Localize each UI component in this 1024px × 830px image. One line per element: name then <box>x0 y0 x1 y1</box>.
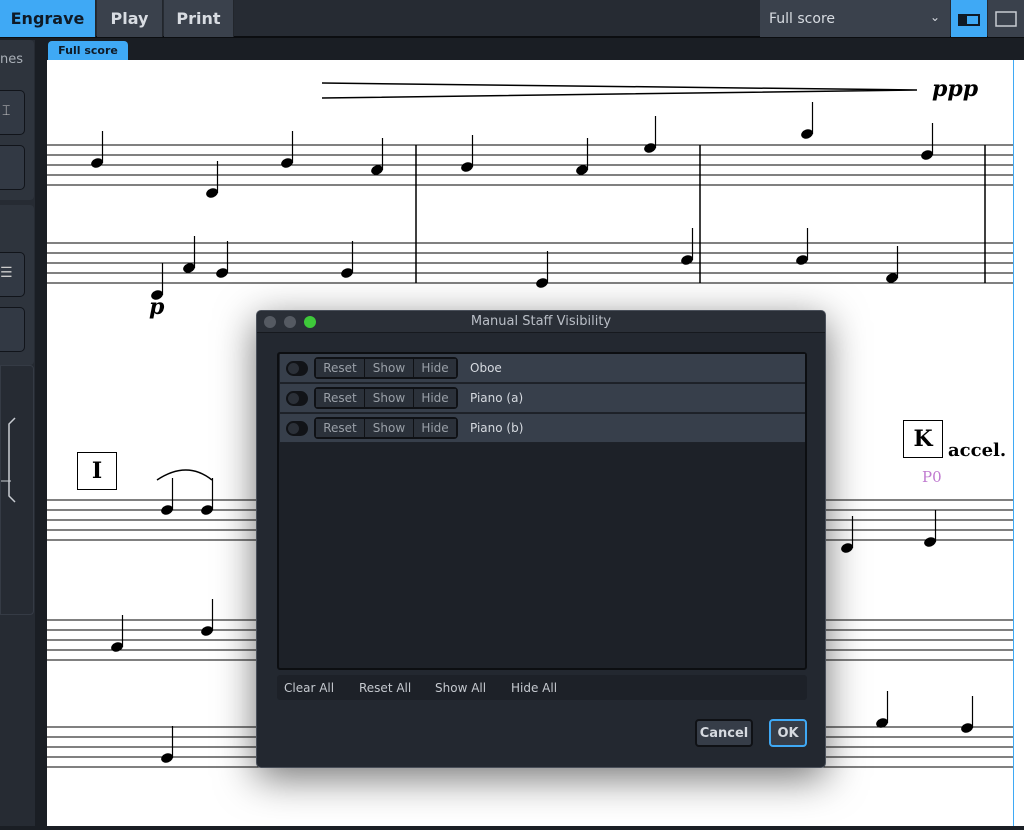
dynamic-p: p <box>149 294 165 320</box>
score-edge <box>1013 60 1024 826</box>
ok-button[interactable]: OK <box>769 719 807 747</box>
bracket-icon <box>1 417 16 503</box>
tempo-text: accel. <box>948 440 1007 461</box>
panel-tool-button[interactable] <box>0 307 25 352</box>
reset-button[interactable]: Reset <box>316 359 364 377</box>
close-window-button[interactable] <box>264 316 276 328</box>
page-view-button[interactable] <box>988 0 1024 37</box>
clear-all-button[interactable]: Clear All <box>284 681 334 695</box>
show-button[interactable]: Show <box>365 419 413 437</box>
minimize-window-button[interactable] <box>284 316 296 328</box>
staff-name: Piano (b) <box>470 421 524 435</box>
show-button[interactable]: Show <box>365 359 413 377</box>
reset-all-button[interactable]: Reset All <box>359 681 411 695</box>
staff-name: Oboe <box>470 361 502 375</box>
cancel-button[interactable]: Cancel <box>695 719 753 747</box>
tab-full-score[interactable]: Full score <box>48 41 128 60</box>
staff-toggle[interactable] <box>286 420 308 436</box>
reset-button[interactable]: Reset <box>316 389 364 407</box>
mode-print[interactable]: Print <box>164 0 234 37</box>
reset-button[interactable]: Reset <box>316 419 364 437</box>
panel-tool-button[interactable]: ⌶ <box>0 90 25 135</box>
galley-view-button[interactable] <box>951 0 987 37</box>
staff-row: Reset Show Hide Oboe <box>280 354 805 383</box>
staff-list: Reset Show Hide Oboe Reset Show Hide Pia… <box>277 352 807 670</box>
staff-row: Reset Show Hide Piano (b) <box>280 414 805 443</box>
show-button[interactable]: Show <box>365 389 413 407</box>
hide-button[interactable]: Hide <box>414 389 456 407</box>
layout-selector[interactable]: Full score ⌄ <box>760 0 950 37</box>
left-panel-section <box>0 365 34 615</box>
tool-icon: ☰ <box>0 265 13 281</box>
panel-heading: nes <box>0 52 24 67</box>
hide-button[interactable]: Hide <box>414 359 456 377</box>
zoom-window-button[interactable] <box>304 316 316 328</box>
visibility-segmented-control: Reset Show Hide <box>314 417 458 439</box>
tab-bar <box>46 40 1024 60</box>
top-toolbar: Engrave Play Print Full score ⌄ <box>0 0 1024 38</box>
manual-staff-visibility-dialog: Manual Staff Visibility Reset Show Hide … <box>256 310 826 768</box>
hide-button[interactable]: Hide <box>414 419 456 437</box>
slur <box>156 469 213 481</box>
chevron-down-icon: ⌄ <box>929 10 940 24</box>
mode-engrave[interactable]: Engrave <box>0 0 96 37</box>
tool-icon: ⌶ <box>2 103 11 119</box>
page-view-icon <box>995 10 1017 27</box>
dynamic-ppp: ppp <box>932 76 979 102</box>
left-panel: nes ⌶ ☰ <box>0 40 35 826</box>
show-all-button[interactable]: Show All <box>435 681 486 695</box>
visibility-segmented-control: Reset Show Hide <box>314 387 458 409</box>
galley-view-icon <box>958 13 980 26</box>
staff-toggle[interactable] <box>286 390 308 406</box>
layout-selector-value: Full score <box>769 10 836 27</box>
hide-all-button[interactable]: Hide All <box>511 681 557 695</box>
panel-tool-button[interactable] <box>0 145 25 190</box>
bulk-actions-bar: Clear All Reset All Show All Hide All <box>277 675 807 700</box>
rehearsal-mark-i: I <box>77 452 117 490</box>
staff-row: Reset Show Hide Piano (a) <box>280 384 805 413</box>
visibility-segmented-control: Reset Show Hide <box>314 357 458 379</box>
dialog-titlebar: Manual Staff Visibility <box>257 311 825 333</box>
page-label: P0 <box>922 468 942 486</box>
rehearsal-mark-k: K <box>903 420 943 458</box>
dialog-title: Manual Staff Visibility <box>470 314 612 329</box>
staff-name: Piano (a) <box>470 391 524 405</box>
hairpin <box>321 82 918 99</box>
staff-toggle[interactable] <box>286 360 308 376</box>
mode-play[interactable]: Play <box>97 0 163 37</box>
panel-tool-button[interactable]: ☰ <box>0 252 25 297</box>
